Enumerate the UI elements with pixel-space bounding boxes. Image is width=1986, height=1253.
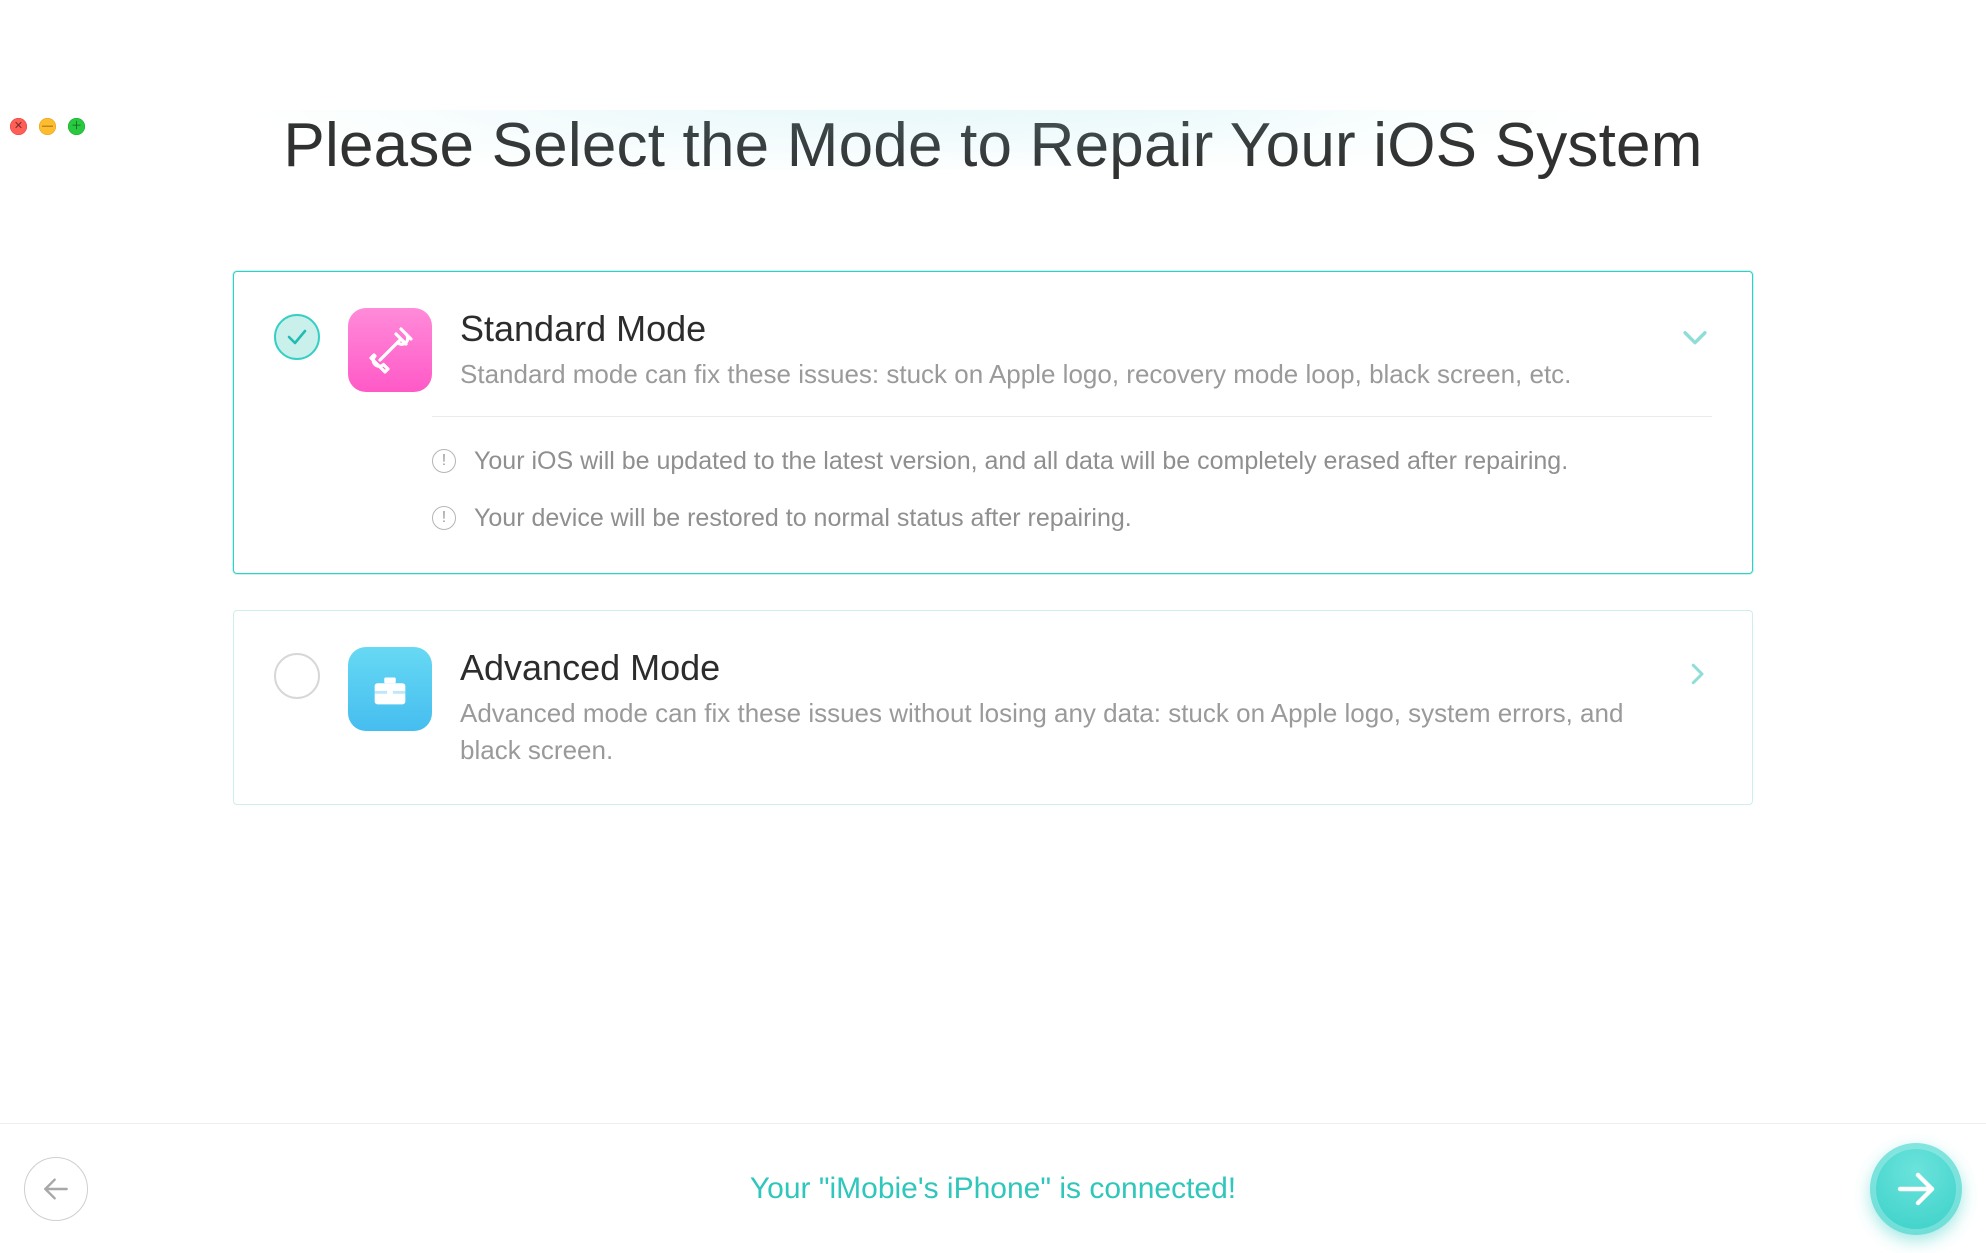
radio-standard[interactable] bbox=[274, 314, 320, 360]
briefcase-icon bbox=[348, 647, 432, 731]
mode-note-text: Your iOS will be updated to the latest v… bbox=[474, 447, 1568, 476]
info-icon: ! bbox=[432, 449, 456, 473]
chevron-right-icon[interactable] bbox=[1682, 659, 1712, 694]
window-close-button[interactable]: ✕ bbox=[10, 118, 27, 135]
mode-notes-standard: ! Your iOS will be updated to the latest… bbox=[432, 416, 1712, 533]
mode-note: ! Your iOS will be updated to the latest… bbox=[432, 447, 1712, 476]
mode-description-advanced: Advanced mode can fix these issues witho… bbox=[460, 695, 1632, 770]
window-controls: ✕ — ＋ bbox=[10, 118, 85, 135]
page-title: Please Select the Mode to Repair Your iO… bbox=[0, 110, 1986, 181]
arrow-left-icon bbox=[40, 1173, 72, 1205]
mode-title-advanced: Advanced Mode bbox=[460, 647, 1632, 689]
chevron-down-icon[interactable] bbox=[1678, 320, 1712, 359]
back-button[interactable] bbox=[24, 1157, 88, 1221]
arrow-right-icon bbox=[1892, 1165, 1940, 1213]
window-zoom-button[interactable]: ＋ bbox=[68, 118, 85, 135]
mode-text-advanced: Advanced Mode Advanced mode can fix thes… bbox=[460, 647, 1712, 770]
next-button[interactable] bbox=[1870, 1143, 1962, 1235]
radio-advanced[interactable] bbox=[274, 653, 320, 699]
mode-card-standard[interactable]: Standard Mode Standard mode can fix thes… bbox=[233, 271, 1753, 574]
mode-list: Standard Mode Standard mode can fix thes… bbox=[233, 271, 1753, 805]
tools-icon bbox=[348, 308, 432, 392]
connection-status: Your "iMobie's iPhone" is connected! bbox=[750, 1172, 1236, 1206]
mode-title-standard: Standard Mode bbox=[460, 308, 1632, 350]
info-icon: ! bbox=[432, 506, 456, 530]
check-icon bbox=[285, 325, 309, 349]
window-minimize-button[interactable]: — bbox=[39, 118, 56, 135]
mode-card-header: Standard Mode Standard mode can fix thes… bbox=[274, 308, 1712, 394]
mode-card-header: Advanced Mode Advanced mode can fix thes… bbox=[274, 647, 1712, 770]
mode-text-standard: Standard Mode Standard mode can fix thes… bbox=[460, 308, 1712, 394]
mode-card-advanced[interactable]: Advanced Mode Advanced mode can fix thes… bbox=[233, 610, 1753, 805]
mode-note-text: Your device will be restored to normal s… bbox=[474, 504, 1132, 533]
mode-note: ! Your device will be restored to normal… bbox=[432, 504, 1712, 533]
mode-description-standard: Standard mode can fix these issues: stuc… bbox=[460, 356, 1632, 394]
